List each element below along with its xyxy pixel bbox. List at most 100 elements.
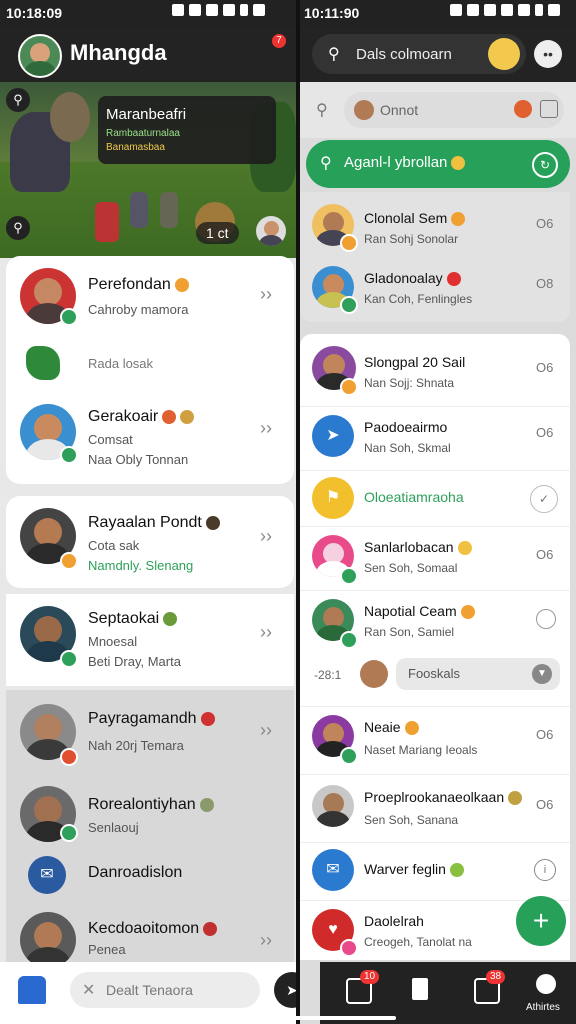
banner-avatar[interactable] — [256, 216, 286, 246]
chevron-right-icon: ›› — [260, 622, 272, 642]
chat-item[interactable]: Proeplrookanaeolkaan Sen Soh, Sanana O6 — [300, 774, 570, 841]
chat-preview: Naset Mariang Ieoals — [364, 743, 478, 757]
chat-name: Oloeatiamraoha — [364, 489, 464, 505]
status-icon[interactable] — [536, 609, 556, 629]
search-icon: ⚲ — [328, 46, 340, 63]
avatar — [20, 912, 76, 968]
status-time: 10:11:90 — [304, 5, 360, 21]
chat-item[interactable]: Kecdoaoitomon Penea ›› — [6, 906, 294, 968]
banner-line-1: Rambaaturnalaa — [106, 128, 180, 139]
chat-preview: Nan Soh, Skmal — [364, 441, 451, 455]
right-header: ⚲ Dals colmoarn •• — [300, 28, 576, 82]
chat-item[interactable]: Napotial Ceam Ran Son, Samiel — [300, 590, 570, 653]
chat-item[interactable]: Septaokai Mnoesal Beti Dray, Marta ›› — [6, 594, 294, 686]
emoji-avatar-icon[interactable] — [488, 38, 520, 70]
chat-name: Clonolal Sem — [364, 210, 448, 226]
chat-item[interactable]: Clonolal Sem Ran Sohj Sonolar O6 — [300, 198, 570, 256]
chat-name: Rorealontiyhan — [88, 796, 196, 813]
search-icon: ⚲ — [316, 102, 328, 119]
chevron-right-icon: ›› — [260, 284, 272, 304]
chevron-right-icon: ›› — [260, 526, 272, 546]
chat-name: Danroadislon — [88, 864, 183, 881]
close-icon[interactable]: ✕ — [82, 980, 95, 1000]
chat-item[interactable]: Rayaalan Pondt Cota sak Namdnly. Slenang… — [6, 496, 294, 588]
chat-item[interactable]: ✉ Warver feglin i — [300, 842, 570, 899]
chat-name: Warver feglin — [364, 861, 446, 877]
left-bottom-bar: ✕ Dealt Tenaora ➤ — [0, 962, 320, 1024]
right-panel: 10:11:90 ⚲ Dals colmoarn •• ⚲ Onnot ⚲ Ag… — [300, 0, 576, 1024]
chat-item[interactable]: ⚑ Oloeatiamraoha ✓ — [300, 470, 570, 525]
chat-item[interactable]: ✉ Danroadislon — [6, 850, 294, 898]
chat-time: O6 — [536, 425, 554, 440]
chat-item[interactable]: Payragamandh Nah 20rj Temara ›› — [6, 700, 294, 776]
chat-item[interactable]: ➤ Paodoeairmo Nan Soh, Skmal O6 — [300, 406, 570, 469]
chat-preview-2: Namdnly. Slenang — [88, 558, 194, 573]
chevron-right-icon: ›› — [260, 720, 272, 740]
nav-badge-1: 10 — [360, 970, 380, 984]
chat-name: Payragamandh — [88, 710, 197, 727]
chat-item[interactable]: Rorealontiyhan Senlaouj — [6, 782, 294, 846]
status-icons — [172, 4, 265, 16]
chat-time: O6 — [536, 797, 554, 812]
banner-search-icon-2[interactable]: ⚲ — [6, 216, 30, 240]
chat-preview: Penea — [88, 942, 126, 957]
chat-name: Sanlarlobacan — [364, 539, 454, 555]
bookmark-icon[interactable] — [412, 978, 428, 1000]
reply-chip[interactable]: Fooskals ▼ — [396, 658, 560, 690]
edit-icon[interactable] — [540, 100, 558, 118]
chat-name: Paodoeairmo — [364, 419, 448, 435]
chat-name: Gladonoalay — [364, 270, 443, 286]
profile-avatar[interactable] — [18, 34, 62, 78]
refresh-icon[interactable]: ↻ — [532, 152, 558, 178]
chat-item[interactable]: Slongpal 20 Sail Nan Sojj: Shnata O6 — [300, 340, 570, 402]
chat-name: Kecdoaoitomon — [88, 920, 200, 937]
banner-line-2: Banamasbaa — [106, 142, 165, 153]
chat-name: Rada losak — [88, 356, 154, 371]
secondary-search-text: Onnot — [380, 102, 419, 118]
status-time: 10:18:09 — [6, 5, 63, 21]
chat-name: Proeplrookanaeolkaan — [364, 789, 505, 805]
chat-item[interactable]: Gladonoalay Kan Coh, Fenlingles O8 — [300, 260, 570, 318]
search-bar[interactable]: ⚲ Dals colmoarn — [312, 34, 526, 74]
nav-badge-2: 38 — [486, 970, 506, 984]
chat-time: O6 — [536, 216, 554, 231]
chat-name: Perefondan — [88, 276, 171, 293]
notification-badge: 7 — [272, 34, 286, 48]
secondary-search[interactable]: ⚲ Onnot — [300, 82, 576, 138]
chat-item[interactable]: Perefondan Cahroby mamora ›› — [6, 256, 294, 336]
app-logo-icon[interactable] — [18, 976, 46, 1004]
chat-preview: Comsat — [88, 432, 133, 447]
banner-score: 1 ct — [196, 222, 239, 244]
compose-button[interactable]: + — [516, 896, 566, 946]
more-options-icon[interactable]: •• — [534, 40, 562, 68]
mail-icon: ✉ — [312, 849, 354, 891]
chat-preview: Cahroby mamora — [88, 302, 189, 317]
banner-search-icon[interactable]: ⚲ — [6, 88, 30, 112]
left-header: Mhangda 7 — [0, 28, 296, 146]
profile-nav-icon[interactable] — [536, 974, 556, 994]
contact-list-top: Clonolal Sem Ran Sohj Sonolar O6 Gladono… — [300, 192, 570, 322]
chat-name: Napotial Ceam — [364, 603, 457, 619]
chat-preview: Nah 20rj Temara — [88, 738, 184, 753]
chevron-right-icon: ›› — [260, 418, 272, 438]
chat-name: Gerakoair — [88, 408, 159, 425]
chat-item[interactable]: Neaie Naset Mariang Ieoals O6 — [300, 706, 570, 769]
chevron-down-icon[interactable]: ▼ — [532, 664, 552, 684]
game-banner[interactable]: ⚲ ⚲ Maranbeafri Rambaaturnalaa Banamasba… — [0, 82, 296, 258]
chat-item[interactable]: Gerakoair Comsat Naa Obly Tonnan ›› — [6, 396, 294, 480]
chat-preview: Nan Sojj: Shnata — [364, 376, 455, 390]
highlight-chip[interactable]: ⚲ Aganl-l ybrollan ↻ — [306, 140, 570, 188]
chat-name: Neaie — [364, 719, 401, 735]
chat-preview: Mnoesal — [88, 634, 138, 649]
chat-item[interactable]: Rada losak — [6, 336, 294, 392]
avatar — [360, 660, 388, 688]
chat-card-group-1: Perefondan Cahroby mamora ›› Rada losak … — [6, 256, 294, 484]
chat-item[interactable]: Sanlarlobacan Sen Soh, Somaal O6 — [300, 526, 570, 589]
chat-preview: Senlaouj — [88, 820, 139, 835]
bottom-search-field[interactable]: ✕ Dealt Tenaora — [70, 972, 260, 1008]
chat-time: O8 — [536, 276, 554, 291]
right-statusbar: 10:11:90 — [300, 0, 576, 28]
info-icon[interactable]: i — [534, 859, 556, 881]
status-icon[interactable]: ✓ — [530, 485, 558, 513]
chat-preview-2: Beti Dray, Marta — [88, 654, 181, 669]
